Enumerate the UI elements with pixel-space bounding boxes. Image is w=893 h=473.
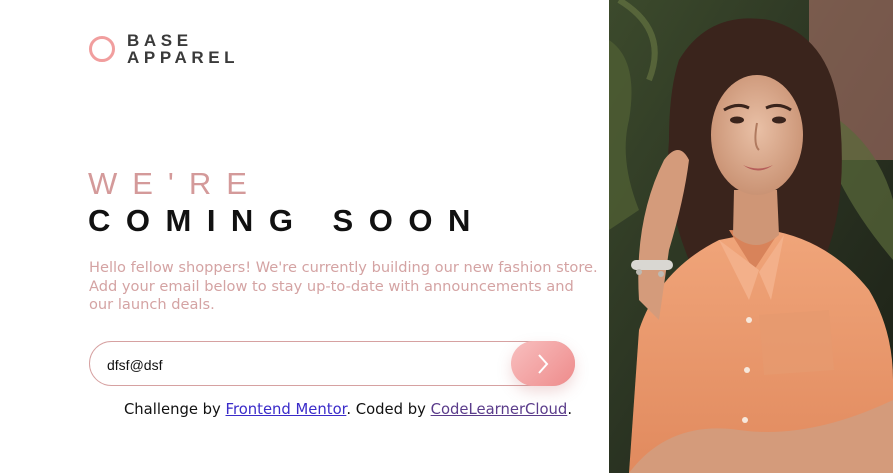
- subscribe-form: [89, 341, 575, 387]
- headline-line-2: COMING SOON: [88, 203, 486, 238]
- attribution-prefix: Challenge by: [123, 401, 226, 418]
- content-panel: BASE APPAREL WE'RE COMING SOON Hello fel…: [0, 0, 609, 473]
- attribution: Challenge by Frontend Mentor. Coded by C…: [0, 401, 696, 418]
- logo-ring-icon: [89, 36, 115, 62]
- author-link[interactable]: CodeLearnerCloud: [431, 401, 568, 418]
- page-title: WE'RE COMING SOON: [88, 166, 486, 240]
- attribution-middle: . Coded by: [346, 401, 431, 418]
- brand-line-2: APPAREL: [127, 48, 240, 67]
- headline-line-1: WE'RE: [88, 166, 262, 201]
- frontend-mentor-link[interactable]: Frontend Mentor: [226, 401, 347, 418]
- brand-line-1: BASE: [127, 31, 193, 50]
- hero-photo: [609, 0, 893, 473]
- brand-name: BASE APPAREL: [127, 32, 239, 66]
- brand-logo[interactable]: BASE APPAREL: [89, 32, 239, 66]
- description: Hello fellow shoppers! We're currently b…: [89, 259, 598, 313]
- email-input[interactable]: [105, 342, 509, 387]
- hero-photo-illustration: [609, 0, 893, 473]
- chevron-right-icon: [538, 353, 549, 374]
- submit-button[interactable]: [511, 341, 575, 386]
- attribution-suffix: .: [567, 401, 573, 418]
